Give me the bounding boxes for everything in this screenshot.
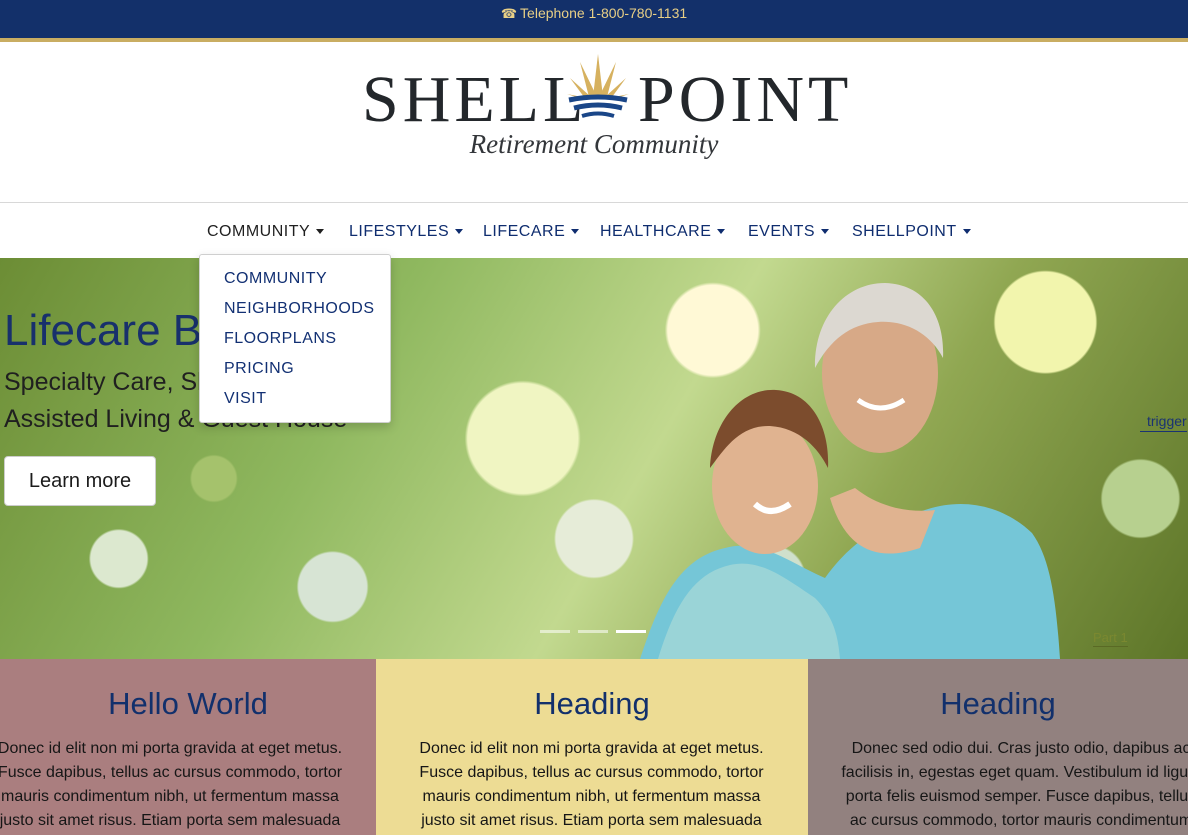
nav-healthcare[interactable]: HEALTHCARE — [600, 223, 726, 241]
nav-lifestyles-label: LIFESTYLES — [349, 223, 450, 240]
carousel-dot-3[interactable] — [616, 630, 646, 633]
caret-down-icon — [821, 229, 830, 235]
dropdown-item-community[interactable]: COMMUNITY — [224, 270, 327, 288]
dropdown-item-visit[interactable]: VISIT — [224, 390, 267, 408]
community-dropdown-menu: COMMUNITY NEIGHBORHOODS FLOORPLANS PRICI… — [199, 254, 391, 423]
telephone-label: Telephone 1-800-780-1131 — [520, 5, 688, 21]
dropdown-item-floorplans[interactable]: FLOORPLANS — [224, 330, 337, 348]
logo-tagline: Retirement Community — [469, 129, 719, 159]
caret-down-icon — [316, 229, 325, 235]
nav-lifestyles[interactable]: LIFESTYLES — [349, 223, 464, 241]
nav-lifecare-label: LIFECARE — [483, 223, 566, 240]
panel-1-title: Hello World — [108, 686, 268, 721]
nav-community-label: COMMUNITY — [207, 223, 311, 240]
dropdown-item-neighborhoods[interactable]: NEIGHBORHOODS — [224, 300, 375, 318]
carousel-dot-2[interactable] — [578, 630, 608, 633]
trigger-link[interactable]: trigger — [1140, 413, 1187, 432]
panel-3-body: Donec sed odio dui. Cras justo odio, dap… — [841, 740, 1188, 829]
nav-shellpoint[interactable]: SHELLPOINT — [852, 223, 971, 241]
nav-lifecare[interactable]: LIFECARE — [483, 223, 580, 241]
shell-logo-icon[interactable] — [566, 50, 630, 124]
dropdown-item-pricing[interactable]: PRICING — [224, 360, 294, 378]
caret-down-icon — [455, 229, 464, 235]
caret-down-icon — [717, 229, 726, 235]
nav-events-label: EVENTS — [748, 223, 816, 240]
telephone-link[interactable]: ☎ Telephone 1-800-780-1131 — [0, 4, 1188, 23]
nav-shellpoint-label: SHELLPOINT — [852, 223, 957, 240]
learn-more-button[interactable]: Learn more — [4, 456, 156, 506]
panel-2-body: Donec id elit non mi porta gravida at eg… — [419, 740, 764, 829]
main-nav: COMMUNITY LIFESTYLES LIFECARE HEALTHCARE… — [0, 202, 1188, 259]
logo-word-right[interactable]: POINT — [638, 67, 852, 133]
feature-panel-3: Heading Donec sed odio dui. Cras justo o… — [808, 659, 1188, 835]
phone-icon: ☎ — [500, 6, 518, 21]
nav-community[interactable]: COMMUNITY — [207, 223, 325, 241]
logo-word-left[interactable]: SHELL — [362, 67, 587, 133]
hero-couple-photo — [640, 283, 1060, 659]
panel-2-title: Heading — [534, 686, 650, 721]
nav-events[interactable]: EVENTS — [748, 223, 830, 241]
caret-down-icon — [571, 229, 580, 235]
caret-down-icon — [962, 229, 971, 235]
nav-healthcare-label: HEALTHCARE — [600, 223, 712, 240]
carousel-indicators — [540, 630, 650, 634]
feature-panel-1: Hello World Donec id elit non mi porta g… — [0, 659, 376, 835]
carousel-dot-1[interactable] — [540, 630, 570, 633]
logo-area: SHELL POINT Retirement Community — [0, 42, 1188, 202]
hero-carousel[interactable]: Lifecare Benefits Specialty Care, Skille… — [0, 258, 1188, 659]
panel-1-body: Donec id elit non mi porta gravida at eg… — [0, 740, 343, 829]
feature-panel-2: Heading Donec id elit non mi porta gravi… — [376, 659, 808, 835]
part-1-link[interactable]: Part 1 — [1093, 630, 1128, 647]
panel-3-title: Heading — [940, 686, 1056, 721]
top-bar: ☎ Telephone 1-800-780-1131 — [0, 0, 1188, 42]
